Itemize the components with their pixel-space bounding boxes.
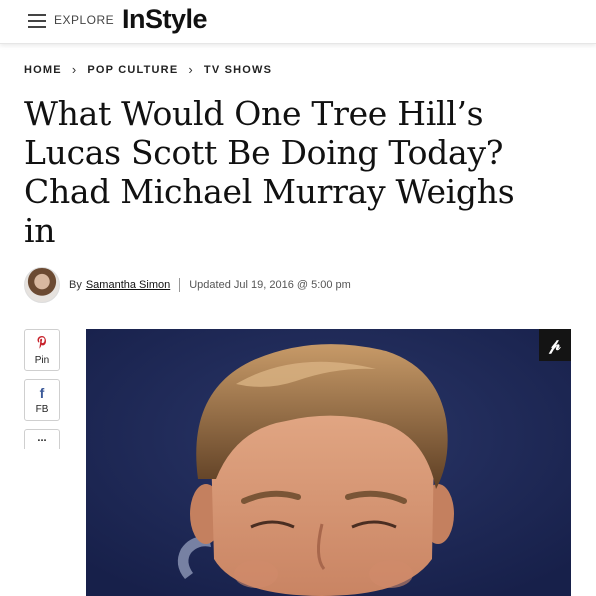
updated-timestamp: Updated Jul 19, 2016 @ 5:00 pm	[189, 279, 351, 291]
byline-divider	[179, 278, 181, 292]
headline-line: in	[24, 211, 56, 250]
facebook-icon: f	[39, 384, 45, 401]
explore-button[interactable]: EXPLORE	[54, 13, 114, 27]
instyle-logo[interactable]: InStyle	[122, 4, 208, 35]
headline-line: Chad Michael Murray Weighs	[24, 172, 515, 211]
breadcrumb-tv-shows[interactable]: TV SHOWS	[204, 64, 272, 76]
hamburger-menu-icon[interactable]	[28, 14, 46, 28]
more-share-button[interactable]: ...	[24, 429, 60, 449]
headline-line: Lucas Scott Be Doing Today?	[24, 133, 504, 172]
pinterest-share-label: Pin	[34, 354, 50, 366]
hero-image: 𝓅	[86, 329, 571, 596]
breadcrumb: HOME › POP CULTURE › TV SHOWS	[24, 62, 272, 77]
chevron-right-icon: ›	[71, 62, 78, 77]
top-nav-bar: EXPLORE InStyle	[0, 0, 596, 44]
hero-photo-illustration	[86, 329, 571, 596]
pinterest-pin-button[interactable]: 𝓅	[539, 329, 571, 361]
chevron-right-icon: ›	[188, 62, 194, 77]
pinterest-share-button[interactable]: Pin	[24, 329, 60, 371]
pinterest-icon: 𝓅	[549, 335, 561, 354]
pinterest-icon	[36, 335, 48, 352]
author-link[interactable]: Samantha Simon	[86, 279, 170, 291]
article-headline: What Would One Tree Hill’s Lucas Scott B…	[24, 94, 564, 250]
author-avatar[interactable]	[24, 267, 60, 303]
breadcrumb-pop-culture[interactable]: POP CULTURE	[87, 64, 178, 76]
breadcrumb-home[interactable]: HOME	[24, 64, 62, 76]
more-dots-icon: ...	[37, 432, 47, 444]
byline-prefix: By	[69, 279, 82, 291]
headline-line: What Would One Tree Hill’s	[24, 94, 484, 133]
facebook-share-label: FB	[35, 403, 49, 415]
facebook-share-button[interactable]: f FB	[24, 379, 60, 421]
byline: By Samantha Simon Updated Jul 19, 2016 @…	[24, 265, 351, 305]
